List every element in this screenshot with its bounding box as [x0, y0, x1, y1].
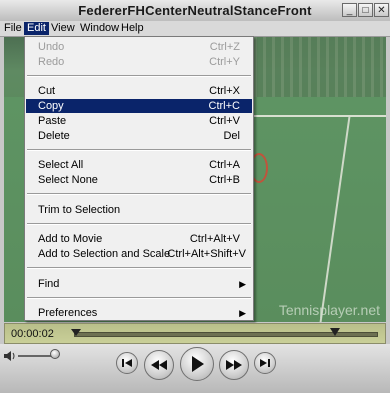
menu-item-find[interactable]: Find ▶ — [26, 277, 252, 291]
menu-separator — [27, 267, 251, 269]
menu-file[interactable]: File — [1, 22, 25, 35]
menu-item-redo[interactable]: Redo Ctrl+Y — [26, 55, 252, 69]
time-bar: 00:00:02 — [4, 323, 386, 344]
menu-item-add-to-movie[interactable]: Add to Movie Ctrl+Alt+V — [26, 232, 252, 246]
menu-window[interactable]: Window — [77, 22, 122, 35]
selection-start-marker[interactable] — [71, 329, 81, 336]
minimize-button[interactable]: _ — [342, 3, 357, 17]
menu-item-delete[interactable]: Delete Del — [26, 129, 252, 143]
current-time-display: 00:00:02 — [11, 328, 54, 340]
menu-item-select-none[interactable]: Select None Ctrl+B — [26, 173, 252, 187]
go-to-start-icon — [122, 359, 132, 367]
menu-item-add-to-selection-and-scale[interactable]: Add to Selection and Scale Ctrl+Alt+Shif… — [26, 247, 252, 261]
playback-controls — [0, 344, 390, 393]
go-to-end-icon — [260, 359, 270, 367]
volume-knob[interactable] — [50, 349, 60, 359]
menu-view[interactable]: View — [48, 22, 78, 35]
menu-separator — [27, 149, 251, 151]
menu-item-copy[interactable]: Copy Ctrl+C — [26, 99, 252, 113]
menu-help[interactable]: Help — [118, 22, 147, 35]
play-button[interactable] — [180, 347, 214, 381]
speaker-icon — [4, 351, 16, 364]
menu-separator — [27, 223, 251, 225]
menu-item-select-all[interactable]: Select All Ctrl+A — [26, 158, 252, 172]
menu-item-paste[interactable]: Paste Ctrl+V — [26, 114, 252, 128]
edit-menu: Undo Ctrl+Z Redo Ctrl+Y Cut Ctrl+X Copy … — [24, 36, 254, 321]
title-bar[interactable]: FedererFHCenterNeutralStanceFront _ □ ✕ — [0, 0, 390, 22]
close-button[interactable]: ✕ — [374, 3, 389, 17]
menu-item-undo[interactable]: Undo Ctrl+Z — [26, 40, 252, 54]
maximize-button[interactable]: □ — [358, 3, 373, 17]
rewind-icon — [151, 360, 167, 370]
fast-forward-icon — [226, 360, 242, 370]
submenu-arrow-icon: ▶ — [239, 279, 246, 289]
menu-separator — [27, 297, 251, 299]
menu-edit[interactable]: Edit — [24, 22, 49, 35]
go-to-end-button[interactable] — [254, 352, 276, 374]
court-line — [254, 115, 386, 117]
volume-slider[interactable] — [18, 355, 54, 357]
fast-forward-button[interactable] — [219, 350, 249, 380]
menu-item-trim-to-selection[interactable]: Trim to Selection — [26, 203, 252, 217]
menu-separator — [27, 193, 251, 195]
submenu-arrow-icon: ▶ — [239, 308, 246, 318]
go-to-start-button[interactable] — [116, 352, 138, 374]
menu-bar: File Edit View Window Help — [0, 21, 390, 37]
play-icon — [192, 356, 204, 372]
rewind-button[interactable] — [144, 350, 174, 380]
window-title: FedererFHCenterNeutralStanceFront — [78, 3, 312, 18]
menu-separator — [27, 75, 251, 77]
playhead[interactable] — [330, 328, 340, 336]
watermark: Tennisplayer.net — [278, 302, 380, 318]
menu-item-preferences[interactable]: Preferences ▶ — [26, 306, 252, 320]
menu-item-cut[interactable]: Cut Ctrl+X — [26, 84, 252, 98]
